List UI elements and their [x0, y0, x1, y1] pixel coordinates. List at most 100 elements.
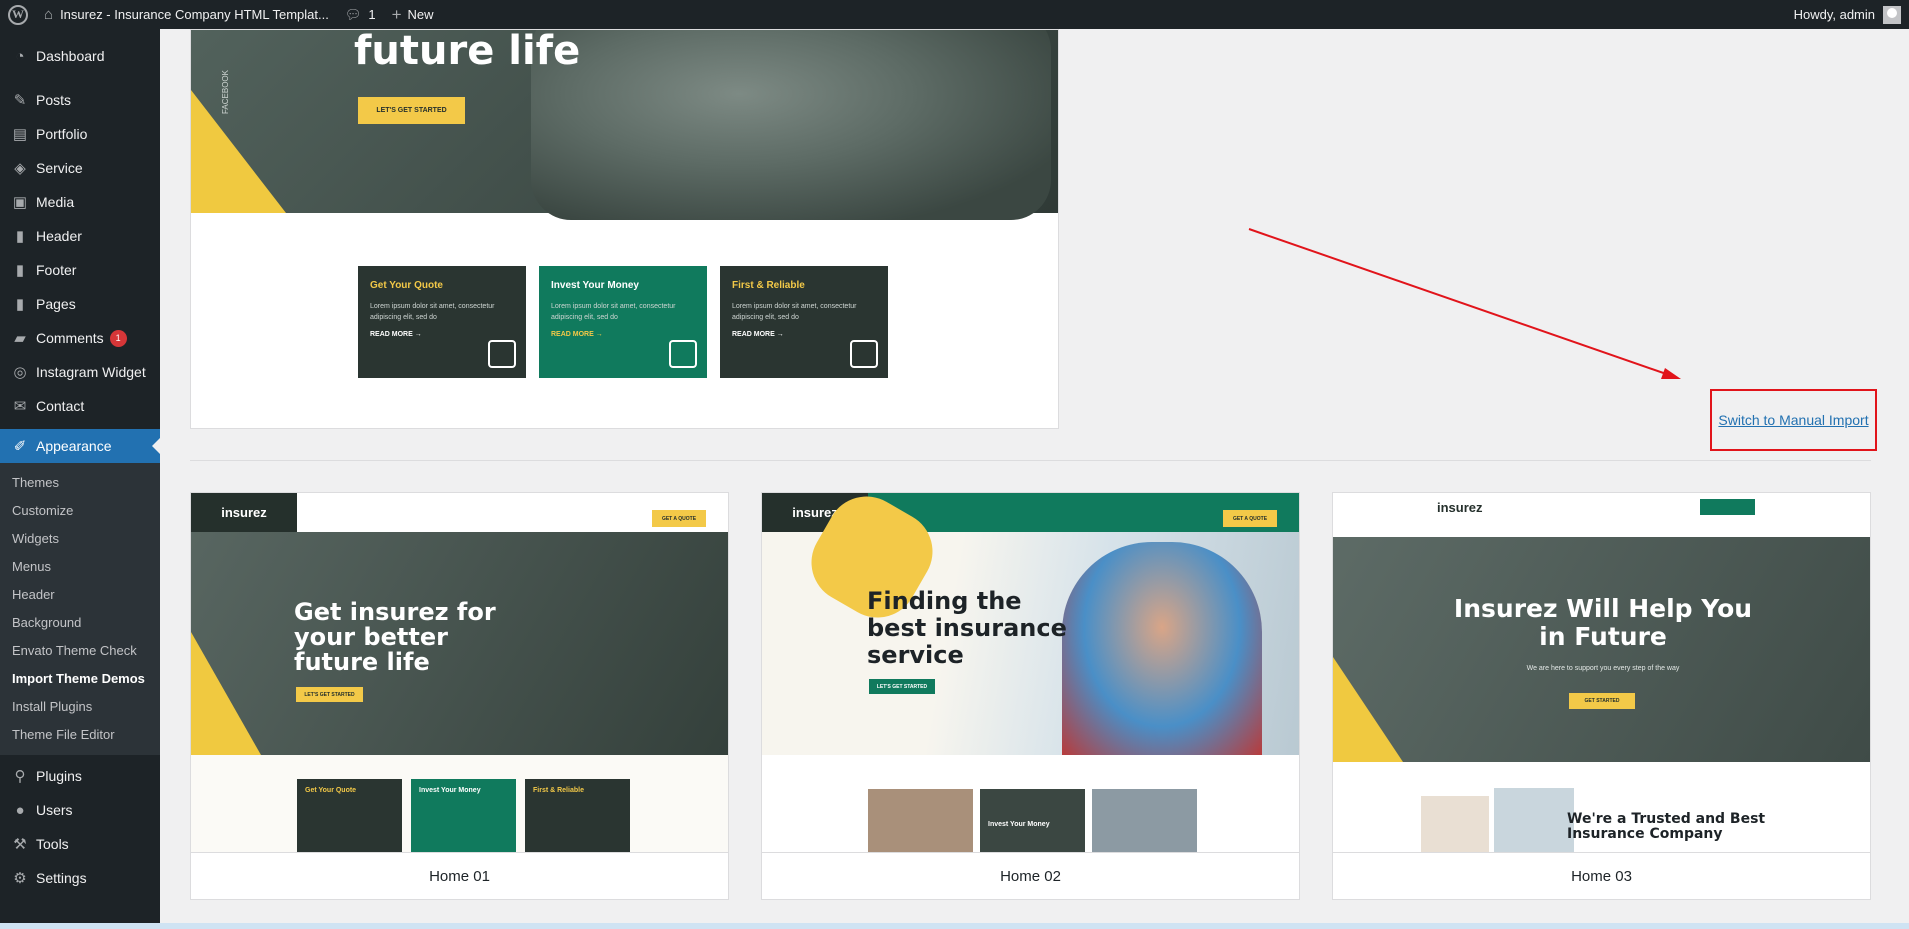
card-text: Lorem ipsum dolor sit amet, consectetur … [551, 303, 676, 321]
annotation-arrow [1248, 228, 1681, 379]
demo-hero: Finding the best insurance service LET'S… [762, 493, 1299, 755]
sidebar-item-label: Dashboard [36, 48, 105, 64]
admin-bar: W ⌂ Insurez - Insurance Company HTML Tem… [0, 0, 1909, 29]
site-name-link[interactable]: ⌂ Insurez - Insurance Company HTML Templ… [36, 0, 337, 29]
feature-cards: Get Your Quote Lorem ipsum dolor sit ame… [358, 266, 888, 378]
theme-demo-home-01[interactable]: insurez GET A QUOTE Get insurez for your… [190, 492, 729, 900]
read-more-link: READ MORE → [551, 331, 603, 338]
site-title: Insurez - Insurance Company HTML Templat… [60, 7, 329, 22]
sidebar-item-label: Plugins [36, 768, 82, 784]
card-title: Invest Your Money [551, 280, 639, 291]
portfolio-icon: ▤ [12, 126, 28, 143]
mail-icon: ✉ [13, 398, 27, 415]
sidebar-item-service[interactable]: ◈ Service [0, 151, 160, 185]
submenu-item-install-plugins[interactable]: Install Plugins [0, 693, 160, 721]
dashboard-icon: ◔ [15, 47, 25, 65]
demo-hero-button: LET'S GET STARTED [296, 687, 363, 702]
users-icon: ● [15, 801, 25, 819]
theme-name: Home 03 [1333, 852, 1870, 899]
yellow-triangle-decoration [1333, 657, 1403, 762]
submenu-item-themes[interactable]: Themes [0, 469, 160, 497]
sidebar-item-label: Posts [36, 92, 72, 108]
wordpress-logo-button[interactable]: W [0, 0, 36, 29]
comments-link[interactable]: 💬︎ 1 [337, 0, 384, 29]
theme-name: Home 01 [191, 852, 728, 899]
yellow-triangle-decoration [191, 632, 261, 755]
demo-quote-button: GET A QUOTE [652, 510, 706, 527]
sidebar-item-comments[interactable]: ▰ Comments 1 [0, 321, 160, 355]
hero-cta-button: LET'S GET STARTED [358, 97, 465, 124]
sidebar-item-posts[interactable]: ✎ Posts [0, 83, 160, 117]
instagram-icon: ◎ [13, 364, 27, 381]
submenu-item-menus[interactable]: Menus [0, 553, 160, 581]
media-icon: ▣ [12, 194, 28, 211]
sidebar-item-tools[interactable]: ⚒ Tools [0, 827, 160, 861]
sidebar-item-label: Tools [36, 836, 69, 852]
new-content-link[interactable]: + New [384, 0, 442, 29]
sidebar-item-label: Footer [36, 262, 77, 278]
read-more-link: READ MORE → [732, 331, 784, 338]
comment-icon: ▰ [14, 330, 26, 347]
umbrella-icon [488, 340, 516, 368]
submenu-item-theme-file-editor[interactable]: Theme File Editor [0, 721, 160, 749]
image-card [1421, 796, 1489, 853]
sidebar-item-contact[interactable]: ✉ Contact [0, 389, 160, 423]
demo-hero-button: GET STARTED [1569, 693, 1635, 709]
submenu-item-background[interactable]: Background [0, 609, 160, 637]
sidebar-item-dashboard[interactable]: ◔ Dashboard [0, 39, 160, 73]
card-text: Lorem ipsum dolor sit amet, consectetur … [370, 303, 495, 321]
sidebar-item-label: Instagram Widget [36, 364, 146, 380]
pages-icon: ▮ [15, 296, 25, 313]
image-card [868, 789, 973, 853]
pin-icon: ✎ [13, 92, 27, 109]
submenu-item-import-theme-demos[interactable]: Import Theme Demos [0, 665, 160, 693]
feature-card-invest: Invest Your Money Lorem ipsum dolor sit … [539, 266, 707, 378]
sidebar-item-portfolio[interactable]: ▤ Portfolio [0, 117, 160, 151]
sidebar-item-header[interactable]: ▮ Header [0, 219, 160, 253]
account-menu[interactable]: Howdy, admin [1786, 0, 1909, 29]
yellow-triangle-decoration [191, 90, 286, 213]
demo-hero-button: LET'S GET STARTED [869, 679, 935, 694]
sidebar-item-instagram-widget[interactable]: ◎ Instagram Widget [0, 355, 160, 389]
sidebar-item-users[interactable]: ● Users [0, 793, 160, 827]
admin-sidebar: ◔ Dashboard ✎ Posts ▤ Portfolio ◈ Servic… [0, 29, 160, 929]
sidebar-item-media[interactable]: ▣ Media [0, 185, 160, 219]
demo-lower-section: We're a Trusted and Best Insurance Compa… [1333, 762, 1870, 853]
theme-demo-home-02[interactable]: insurez GET A QUOTE Finding the best ins… [761, 492, 1300, 900]
sidebar-item-label: Pages [36, 296, 76, 312]
preview-hero: FACEBOOK future life LET'S GET STARTED [191, 30, 1058, 220]
wrench-icon: ⚒ [13, 836, 27, 853]
sidebar-item-plugins[interactable]: ⚲ Plugins [0, 759, 160, 793]
sidebar-item-settings[interactable]: ⚙ Settings [0, 861, 160, 895]
money-hand-icon [669, 340, 697, 368]
sidebar-item-appearance[interactable]: ✐ Appearance [0, 429, 160, 463]
sidebar-item-label: Settings [36, 870, 87, 886]
image-card: Invest Your Money [980, 789, 1085, 853]
demo-preview-large: FACEBOOK future life LET'S GET STARTED G… [190, 29, 1059, 429]
manual-import-highlight: Switch to Manual Import [1710, 389, 1877, 451]
submenu-item-customize[interactable]: Customize [0, 497, 160, 525]
howdy-label: Howdy, admin [1793, 7, 1875, 22]
submenu-item-header[interactable]: Header [0, 581, 160, 609]
demo-navbar: insurez GET A QUOTE [191, 493, 728, 532]
new-label: New [407, 7, 434, 22]
page-icon: ▮ [15, 262, 25, 279]
submenu-item-envato-theme-check[interactable]: Envato Theme Check [0, 637, 160, 665]
submenu-item-widgets[interactable]: Widgets [0, 525, 160, 553]
comments-badge: 1 [109, 329, 127, 347]
mini-card: Get Your Quote [297, 779, 402, 853]
sidebar-item-footer[interactable]: ▮ Footer [0, 253, 160, 287]
demo-navbar: insurez [1333, 493, 1870, 532]
theme-demo-home-03[interactable]: insurez Insurez Will Help You in Future … [1332, 492, 1871, 900]
switch-to-manual-import-link[interactable]: Switch to Manual Import [1718, 412, 1868, 428]
sidebar-item-pages[interactable]: ▮ Pages [0, 287, 160, 321]
demo-lower-heading: We're a Trusted and Best Insurance Compa… [1567, 811, 1766, 842]
feature-card-quote: Get Your Quote Lorem ipsum dolor sit ame… [358, 266, 526, 378]
plugin-icon: ⚲ [14, 768, 26, 785]
card-title: First & Reliable [732, 280, 805, 291]
shield-icon: ◈ [14, 160, 26, 177]
sidebar-item-label: Comments [36, 330, 104, 346]
house-icon [850, 340, 878, 368]
demo-hero: Get insurez for your better future life … [191, 532, 728, 755]
demo-quote-button [1700, 499, 1755, 515]
